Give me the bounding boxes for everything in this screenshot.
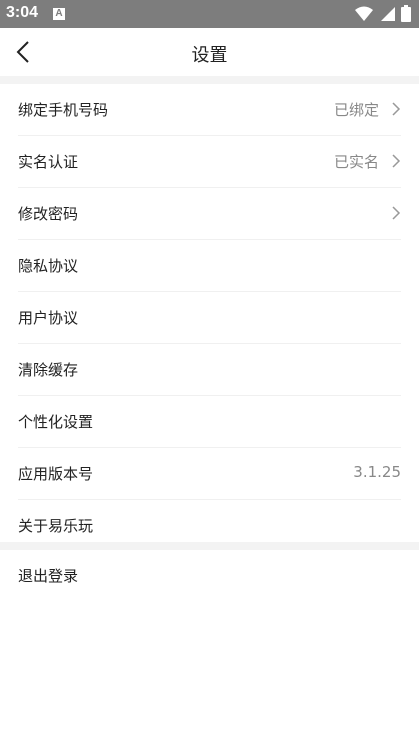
settings-item-clear-cache[interactable]: 清除缓存 [18, 344, 401, 396]
settings-item-label: 绑定手机号码 [18, 101, 109, 119]
logout-label: 退出登录 [18, 567, 79, 585]
settings-item-label: 实名认证 [18, 153, 79, 171]
settings-item-label: 修改密码 [18, 205, 79, 223]
section-divider [0, 542, 419, 550]
nav-bar: 设置 [0, 28, 419, 76]
settings-item-user-agreement[interactable]: 用户协议 [18, 292, 401, 344]
wifi-icon [355, 6, 373, 21]
chevron-right-icon [392, 102, 401, 116]
settings-item-personalization[interactable]: 个性化设置 [18, 396, 401, 448]
page-title: 设置 [191, 45, 228, 66]
settings-item-app-version[interactable]: 应用版本号 3.1.25 [18, 448, 401, 500]
status-time: 3:04 [6, 4, 39, 21]
section-divider [0, 76, 419, 84]
settings-item-label: 关于易乐玩 [18, 517, 94, 535]
signal-icon [381, 6, 395, 21]
settings-item-value: 3.1.25 [353, 463, 401, 481]
settings-item-value: 已实名 [333, 153, 379, 171]
status-bar: 3:04 A [0, 0, 419, 28]
battery-icon [401, 5, 411, 22]
settings-item-privacy-policy[interactable]: 隐私协议 [18, 240, 401, 292]
chevron-right-icon [392, 206, 401, 220]
settings-item-label: 个性化设置 [18, 413, 94, 431]
settings-item-label: 隐私协议 [18, 257, 79, 275]
settings-item-change-password[interactable]: 修改密码 [18, 188, 401, 240]
settings-item-label: 清除缓存 [18, 361, 79, 379]
settings-item-label: 应用版本号 [18, 465, 94, 483]
status-icons [355, 5, 411, 22]
settings-item-label: 用户协议 [18, 309, 79, 327]
chevron-right-icon [392, 154, 401, 168]
notification-icon: A [53, 8, 65, 20]
settings-item-bind-phone[interactable]: 绑定手机号码 已绑定 [18, 84, 401, 136]
settings-item-value: 已绑定 [333, 101, 379, 119]
settings-item-real-name[interactable]: 实名认证 已实名 [18, 136, 401, 188]
logout-button[interactable]: 退出登录 [0, 550, 419, 601]
settings-list: 绑定手机号码 已绑定 实名认证 已实名 修改密码 隐私协议 用户协议 清除缓存 … [0, 84, 419, 551]
